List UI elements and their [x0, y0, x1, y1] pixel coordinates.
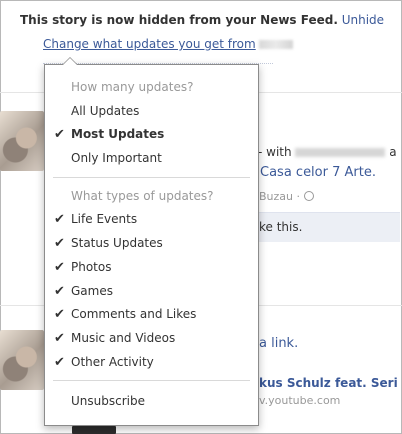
- menu-item-label: Only Important: [71, 151, 162, 165]
- hidden-story-message: This story is now hidden from your News …: [20, 13, 338, 27]
- check-icon: ✔: [54, 307, 65, 322]
- menu-separator: [53, 177, 250, 178]
- change-updates-link[interactable]: Change what updates you get from: [43, 37, 293, 51]
- hidden-story-notice: This story is now hidden from your News …: [20, 13, 384, 27]
- story-location: Buzau ·: [259, 190, 314, 203]
- menu-item-games[interactable]: ✔ Games: [45, 280, 258, 303]
- menu-item-label: Music and Videos: [71, 331, 176, 345]
- menu-separator: [53, 380, 250, 381]
- menu-item-life-events[interactable]: ✔ Life Events: [45, 208, 258, 231]
- check-icon: ✔: [54, 331, 65, 346]
- check-icon: ✔: [54, 212, 65, 227]
- menu-item-label: Most Updates: [71, 127, 165, 141]
- menu-item-only-important[interactable]: Only Important: [45, 147, 258, 170]
- menu-item-status-updates[interactable]: ✔ Status Updates: [45, 232, 258, 255]
- menu-item-label: Status Updates: [71, 236, 163, 250]
- menu-item-label: Photos: [71, 260, 112, 274]
- menu-item-label: Life Events: [71, 212, 138, 226]
- check-icon: ✔: [54, 355, 65, 370]
- update-types-title: What types of updates?: [71, 189, 214, 203]
- menu-item-music-and-videos[interactable]: ✔ Music and Videos: [45, 327, 258, 350]
- blurred-tagged-name: [295, 148, 386, 157]
- shared-link-source: v.youtube.com: [259, 394, 341, 407]
- menu-item-all-updates[interactable]: All Updates: [45, 100, 258, 123]
- menu-item-unsubscribe[interactable]: Unsubscribe: [45, 390, 258, 413]
- menu-item-label: Other Activity: [71, 355, 154, 369]
- menu-item-label: Unsubscribe: [71, 394, 145, 408]
- story-photo[interactable]: [0, 111, 44, 171]
- location-label: Buzau ·: [259, 190, 300, 203]
- menu-item-most-updates[interactable]: ✔ Most Updates: [45, 123, 258, 146]
- change-updates-label: Change what updates you get from: [43, 37, 256, 51]
- story-place-link[interactable]: Casa celor 7 Arte.: [260, 165, 376, 180]
- check-icon: ✔: [54, 236, 65, 251]
- shared-link-title[interactable]: kus Schulz feat. Seri -: [259, 376, 402, 390]
- shared-link-label[interactable]: a link.: [259, 336, 298, 351]
- with-label: with: [266, 145, 292, 159]
- menu-item-label: All Updates: [71, 104, 140, 118]
- check-icon: ✔: [54, 127, 65, 142]
- check-icon: ✔: [54, 284, 65, 299]
- globe-icon: [303, 191, 314, 201]
- like-text[interactable]: ke this.: [259, 220, 302, 234]
- menu-item-label: Games: [71, 284, 113, 298]
- story-with-text: - with a: [258, 145, 397, 159]
- menu-item-photos[interactable]: ✔ Photos: [45, 256, 258, 279]
- blurred-name: [258, 40, 293, 49]
- check-icon: ✔: [54, 260, 65, 275]
- menu-item-label: Comments and Likes: [71, 307, 197, 321]
- how-many-updates-title: How many updates?: [71, 80, 194, 94]
- story-photo[interactable]: [0, 330, 44, 390]
- video-thumbnail[interactable]: [72, 426, 116, 434]
- menu-item-comments-and-likes[interactable]: ✔ Comments and Likes: [45, 303, 258, 326]
- updates-dropdown-menu: How many updates? All Updates ✔ Most Upd…: [44, 57, 259, 426]
- story-suffix: a: [389, 145, 397, 159]
- menu-item-other-activity[interactable]: ✔ Other Activity: [45, 351, 258, 374]
- unhide-link[interactable]: Unhide: [342, 13, 384, 27]
